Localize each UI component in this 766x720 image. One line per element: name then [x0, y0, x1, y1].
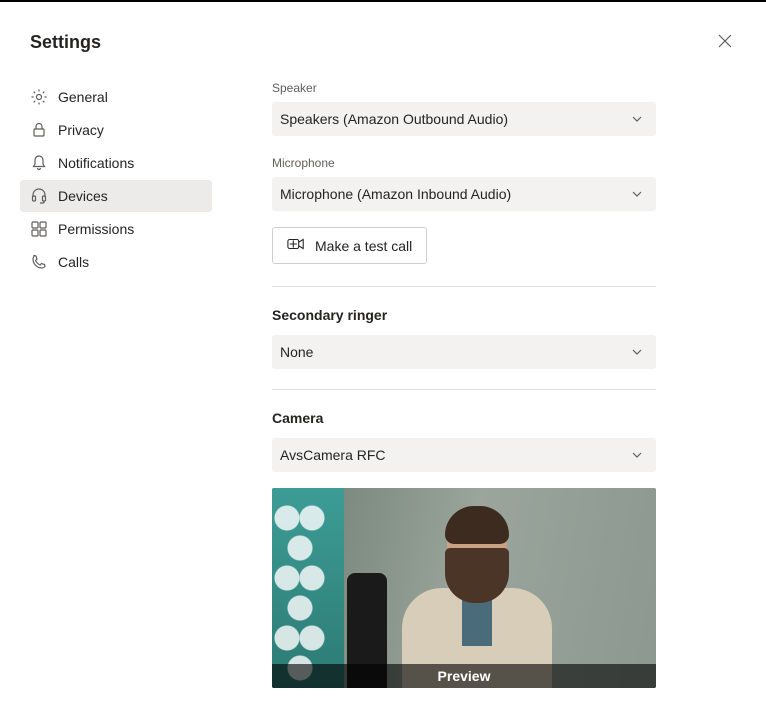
microphone-label: Microphone — [272, 156, 686, 170]
secondary-ringer-label: Secondary ringer — [272, 307, 686, 323]
modal-body: General Privacy Notifi — [0, 81, 766, 711]
speaker-label: Speaker — [272, 81, 686, 95]
make-test-call-button[interactable]: Make a test call — [272, 227, 427, 264]
camera-label: Camera — [272, 410, 686, 426]
app-icon — [30, 220, 48, 238]
sidebar-item-calls[interactable]: Calls — [20, 246, 212, 278]
microphone-value: Microphone (Amazon Inbound Audio) — [280, 186, 511, 202]
lock-icon — [30, 121, 48, 139]
camera-preview-label: Preview — [272, 664, 656, 688]
test-call-label: Make a test call — [315, 238, 412, 254]
sidebar-item-label: General — [58, 89, 108, 105]
sidebar-item-privacy[interactable]: Privacy — [20, 114, 212, 146]
sidebar-item-label: Notifications — [58, 155, 134, 171]
section-divider — [272, 389, 656, 390]
settings-sidebar: General Privacy Notifi — [0, 81, 212, 711]
sidebar-item-label: Privacy — [58, 122, 104, 138]
speaker-dropdown[interactable]: Speakers (Amazon Outbound Audio) — [272, 102, 656, 136]
chevron-down-icon — [630, 187, 644, 201]
sidebar-item-notifications[interactable]: Notifications — [20, 147, 212, 179]
sidebar-item-label: Calls — [58, 254, 89, 270]
phone-icon — [30, 253, 48, 271]
secondary-ringer-section: Secondary ringer None — [272, 307, 686, 369]
sidebar-item-general[interactable]: General — [20, 81, 212, 113]
sidebar-item-devices[interactable]: Devices — [20, 180, 212, 212]
camera-preview: Preview — [272, 488, 656, 688]
microphone-dropdown[interactable]: Microphone (Amazon Inbound Audio) — [272, 177, 656, 211]
close-button[interactable] — [714, 30, 736, 55]
camera-preview-image — [272, 488, 656, 688]
modal-header: Settings — [0, 30, 766, 55]
settings-modal: Settings General — [0, 2, 766, 720]
sidebar-item-label: Permissions — [58, 221, 134, 237]
chevron-down-icon — [630, 448, 644, 462]
settings-main: Speaker Speakers (Amazon Outbound Audio)… — [212, 81, 766, 711]
sidebar-item-permissions[interactable]: Permissions — [20, 213, 212, 245]
section-divider — [272, 286, 656, 287]
secondary-ringer-dropdown[interactable]: None — [272, 335, 656, 369]
sidebar-item-label: Devices — [58, 188, 108, 204]
speaker-section: Speaker Speakers (Amazon Outbound Audio) — [272, 81, 686, 136]
chevron-down-icon — [630, 345, 644, 359]
chevron-down-icon — [630, 112, 644, 126]
camera-section: Camera AvsCamera RFC — [272, 410, 686, 688]
headset-icon — [30, 187, 48, 205]
camera-value: AvsCamera RFC — [280, 447, 386, 463]
camera-dropdown[interactable]: AvsCamera RFC — [272, 438, 656, 472]
gear-icon — [30, 88, 48, 106]
secondary-ringer-value: None — [280, 344, 313, 360]
speaker-value: Speakers (Amazon Outbound Audio) — [280, 111, 508, 127]
test-call-icon — [287, 237, 305, 254]
close-icon — [718, 34, 732, 51]
bell-icon — [30, 154, 48, 172]
modal-title: Settings — [30, 32, 101, 53]
microphone-section: Microphone Microphone (Amazon Inbound Au… — [272, 156, 686, 264]
